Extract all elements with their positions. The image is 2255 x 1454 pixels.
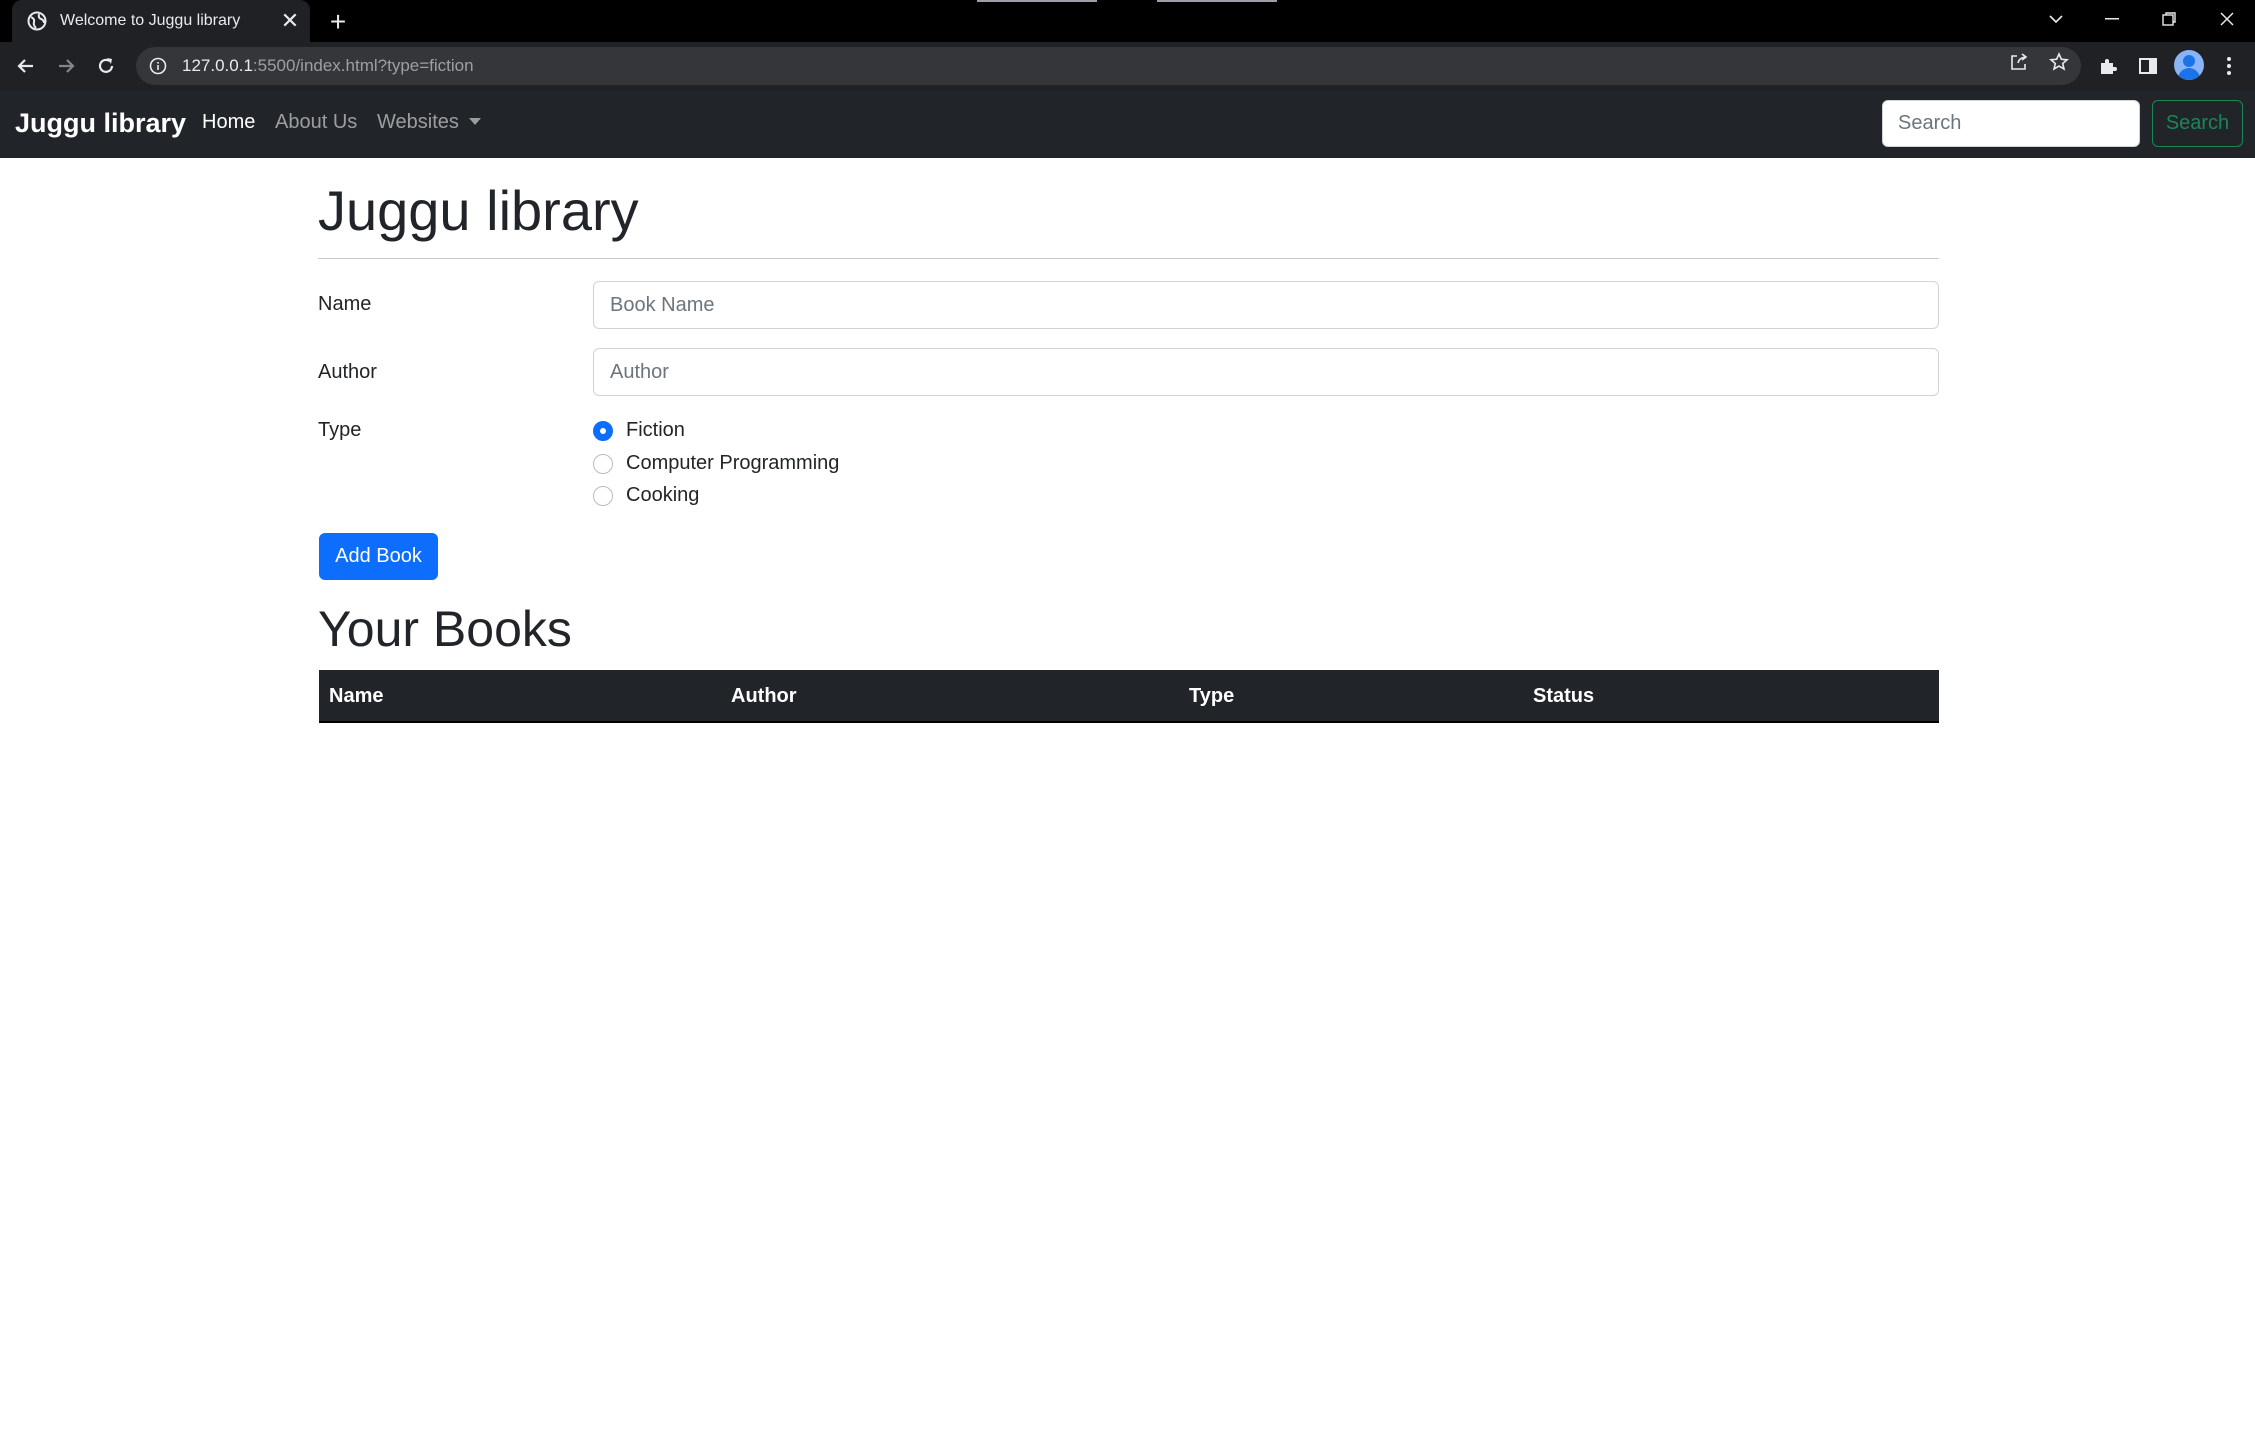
close-window-icon[interactable] (2199, 0, 2255, 38)
radio-label: Fiction (626, 419, 685, 441)
dropdown-caret-icon (468, 117, 481, 125)
type-label: Type (318, 419, 362, 441)
browser-toolbar: 127.0.0.1:5500/index.html?type=fiction (0, 42, 2255, 90)
tab-search-chevron-icon[interactable] (2028, 0, 2084, 38)
column-header-author: Author (731, 685, 797, 707)
divider (318, 258, 1939, 259)
column-header-type: Type (1189, 685, 1235, 707)
navbar-brand[interactable]: Juggu library (15, 108, 186, 139)
nav-link-home[interactable]: Home (202, 111, 255, 134)
radio-label: Computer Programming (626, 452, 840, 474)
reload-icon[interactable] (90, 50, 122, 82)
book-name-input[interactable] (593, 281, 1939, 329)
globe-icon (26, 10, 48, 32)
more-menu-icon[interactable] (2217, 54, 2241, 78)
new-tab-button[interactable]: + (322, 6, 354, 38)
browser-tab[interactable]: Welcome to Juggu library ✕ (12, 0, 310, 42)
column-header-status: Status (1533, 685, 1595, 707)
extensions-puzzle-icon[interactable] (2096, 54, 2120, 78)
site-navbar: Juggu library Home About Us Websites Sea… (0, 90, 2255, 158)
avatar-head (2183, 55, 2195, 67)
avatar-body (2178, 68, 2200, 80)
url-host: 127.0.0.1 (182, 56, 253, 75)
books-table-header: Name Author Type Status (319, 670, 1939, 723)
radio-cooking[interactable] (593, 485, 613, 506)
radio-computer-programming[interactable] (593, 453, 613, 474)
side-panel-icon[interactable] (2136, 54, 2160, 78)
nav-dropdown-label: Websites (377, 111, 459, 133)
column-header-name: Name (329, 685, 384, 707)
nav-link-about-us[interactable]: About Us (275, 111, 357, 134)
restore-icon[interactable] (2141, 0, 2197, 38)
browser-tabstrip: Welcome to Juggu library ✕ + (0, 0, 2255, 42)
tab-title: Welcome to Juggu library (60, 12, 241, 29)
nav-dropdown-websites[interactable]: Websites (377, 111, 481, 134)
radio-fiction[interactable] (593, 420, 613, 441)
tab-search-indicator (977, 0, 1097, 2)
radio-option-cooking[interactable]: Cooking (593, 484, 699, 507)
author-label: Author (318, 361, 377, 383)
back-arrow-icon[interactable] (10, 50, 42, 82)
profile-avatar[interactable] (2174, 50, 2204, 80)
radio-option-fiction[interactable]: Fiction (593, 419, 685, 442)
tab-search-indicator (1157, 0, 1277, 2)
address-bar[interactable]: 127.0.0.1:5500/index.html?type=fiction (136, 47, 2081, 85)
radio-option-computer-programming[interactable]: Computer Programming (593, 452, 839, 475)
forward-arrow-icon[interactable] (50, 50, 82, 82)
url-path: :5500/index.html?type=fiction (252, 56, 474, 75)
site-info-icon[interactable] (148, 56, 168, 76)
page-title: Juggu library (318, 179, 639, 242)
radio-label: Cooking (626, 484, 700, 506)
search-button[interactable]: Search (2152, 100, 2243, 147)
your-books-heading: Your Books (318, 601, 572, 657)
name-label: Name (318, 293, 372, 315)
url-text: 127.0.0.1:5500/index.html?type=fiction (182, 56, 474, 76)
add-book-button[interactable]: Add Book (319, 533, 438, 580)
search-input[interactable] (1882, 100, 2140, 147)
bookmark-star-icon[interactable] (2048, 51, 2070, 73)
minimize-icon[interactable] (2084, 0, 2140, 38)
share-icon[interactable] (2008, 51, 2030, 73)
author-input[interactable] (593, 348, 1939, 396)
close-tab-icon[interactable]: ✕ (276, 7, 304, 35)
